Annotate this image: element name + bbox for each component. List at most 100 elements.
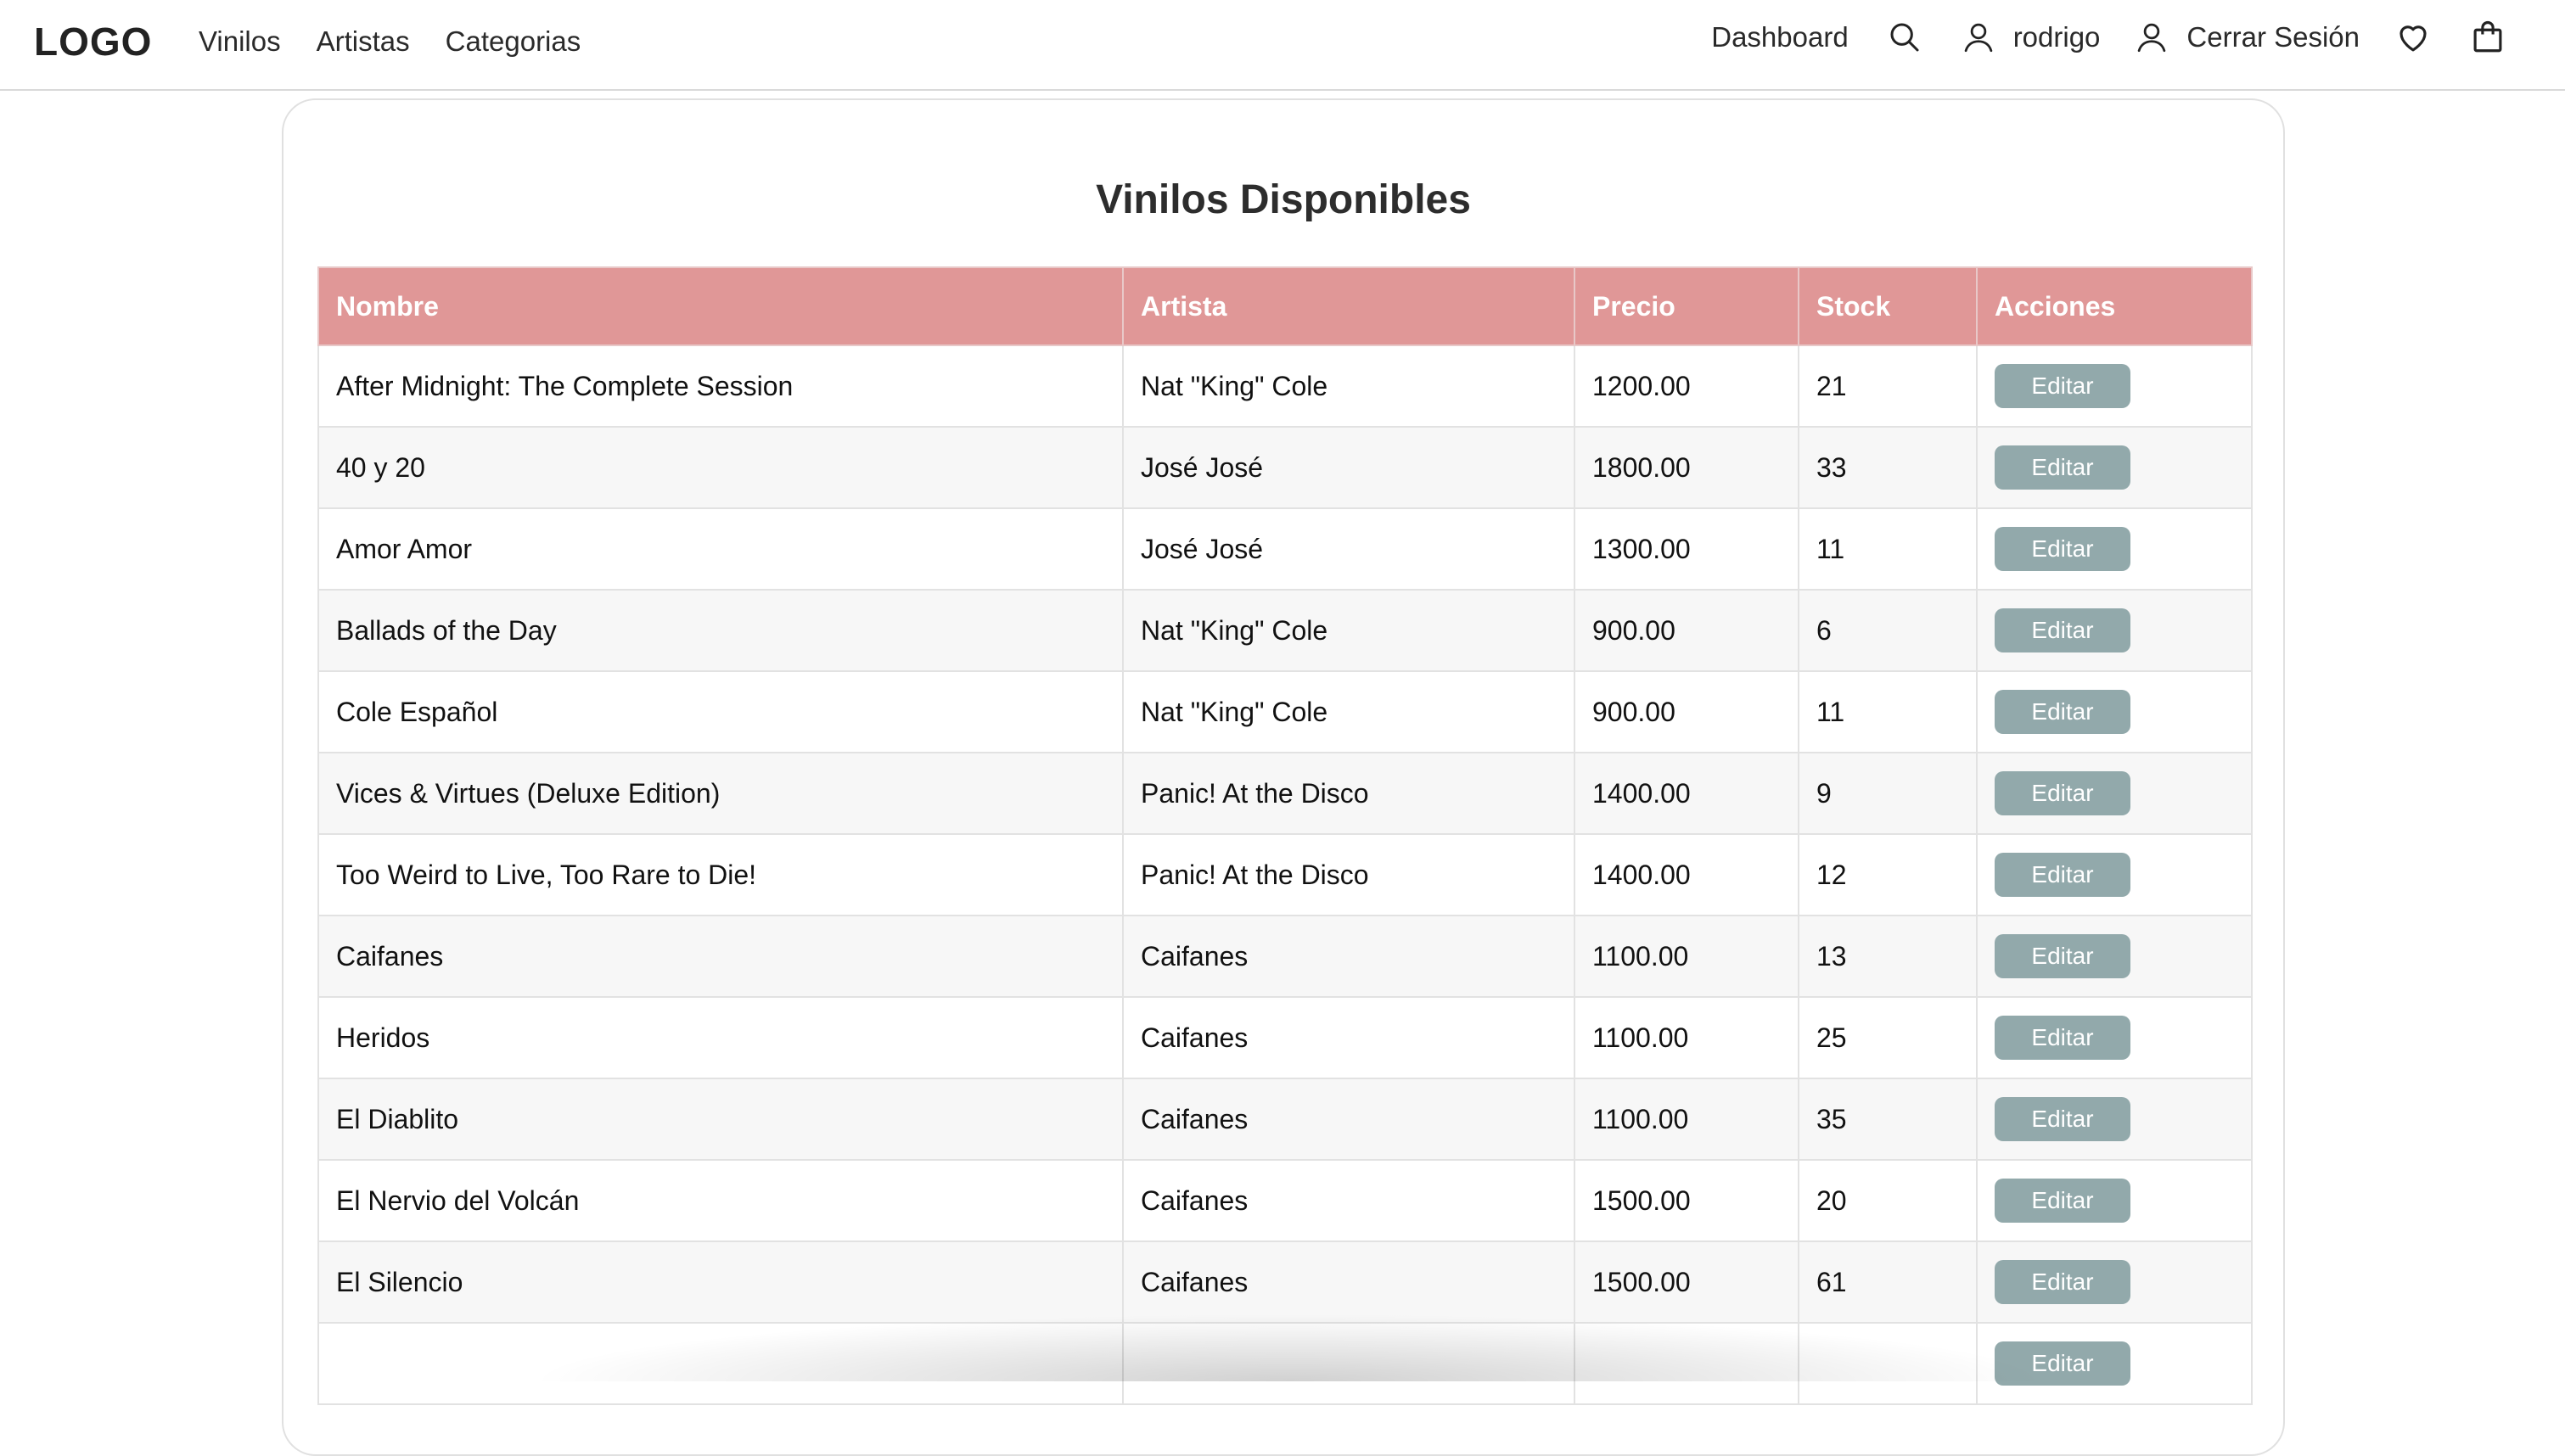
nav-link-categorias[interactable]: Categorias xyxy=(446,25,581,58)
cell-artista: Caifanes xyxy=(1122,1078,1575,1161)
user-icon xyxy=(2134,20,2169,55)
cell-stock: 20 xyxy=(1798,1159,1978,1242)
edit-button[interactable]: Editar xyxy=(1995,1179,2130,1223)
table-row: Too Weird to Live, Too Rare to Die! Panic… xyxy=(317,833,2253,916)
cell-stock: 13 xyxy=(1798,915,1978,998)
edit-button[interactable]: Editar xyxy=(1995,934,2130,978)
cell-stock: 6 xyxy=(1798,589,1978,672)
cell-precio: 1300.00 xyxy=(1574,507,1799,591)
table-row: After Midnight: The Complete Session Nat … xyxy=(317,344,2253,428)
logout-link[interactable]: Cerrar Sesión xyxy=(2134,20,2360,55)
table-row: El Diablito Caifanes 1100.00 35 Editar xyxy=(317,1078,2253,1161)
table-row: Caifanes Caifanes 1100.00 13 Editar xyxy=(317,915,2253,998)
vinyl-table: Nombre Artista Precio Stock Acciones Aft… xyxy=(317,266,2253,1405)
edit-button[interactable]: Editar xyxy=(1995,445,2130,490)
logo[interactable]: LOGO xyxy=(34,19,152,64)
table-row: 40 y 20 José José 1800.00 33 Editar xyxy=(317,426,2253,509)
cell-nombre: Cole Español xyxy=(317,670,1124,753)
cell-artista: Nat "King" Cole xyxy=(1122,344,1575,428)
cell-artista: José José xyxy=(1122,426,1575,509)
cell-stock: 11 xyxy=(1798,670,1978,753)
cell-nombre: After Midnight: The Complete Session xyxy=(317,344,1124,428)
cell-artista: Caifanes xyxy=(1122,915,1575,998)
dashboard-link[interactable]: Dashboard xyxy=(1711,21,1848,53)
user-profile-link[interactable]: rodrigo xyxy=(1961,20,2100,55)
column-header-precio[interactable]: Precio xyxy=(1574,266,1799,346)
cell-artista: Caifanes xyxy=(1122,996,1575,1079)
cell-artista xyxy=(1122,1322,1575,1405)
cell-acciones: Editar xyxy=(1976,426,2253,509)
nav-link-vinilos[interactable]: Vinilos xyxy=(199,25,281,58)
logout-label: Cerrar Sesión xyxy=(2186,21,2360,53)
cell-acciones: Editar xyxy=(1976,1159,2253,1242)
cell-artista: Nat "King" Cole xyxy=(1122,589,1575,672)
table-row: Cole Español Nat "King" Cole 900.00 11 Edita… xyxy=(317,670,2253,753)
cell-artista: Panic! At the Disco xyxy=(1122,833,1575,916)
cell-nombre: Ballads of the Day xyxy=(317,589,1124,672)
edit-button[interactable]: Editar xyxy=(1995,771,2130,815)
main-nav: Vinilos Artistas Categorias xyxy=(199,25,581,58)
table-row: Amor Amor José José 1300.00 11 Editar xyxy=(317,507,2253,591)
cell-stock: 33 xyxy=(1798,426,1978,509)
user-nav: Dashboard rodrigo Cerrar Sesión xyxy=(1711,15,2506,59)
cell-stock: 61 xyxy=(1798,1240,1978,1324)
cell-nombre xyxy=(317,1322,1124,1405)
cell-stock: 25 xyxy=(1798,996,1978,1079)
column-header-stock[interactable]: Stock xyxy=(1798,266,1978,346)
nav-link-artistas[interactable]: Artistas xyxy=(317,25,410,58)
edit-button[interactable]: Editar xyxy=(1995,364,2130,408)
cell-stock xyxy=(1798,1322,1978,1405)
search-icon[interactable] xyxy=(1888,20,1922,54)
cell-artista: Caifanes xyxy=(1122,1159,1575,1242)
cell-stock: 9 xyxy=(1798,752,1978,835)
cell-nombre: Amor Amor xyxy=(317,507,1124,591)
cell-nombre: Vices & Virtues (Deluxe Edition) xyxy=(317,752,1124,835)
cell-artista: Panic! At the Disco xyxy=(1122,752,1575,835)
cell-precio: 1100.00 xyxy=(1574,1078,1799,1161)
column-header-artista[interactable]: Artista xyxy=(1122,266,1575,346)
cell-nombre: Too Weird to Live, Too Rare to Die! xyxy=(317,833,1124,916)
shopping-bag-icon[interactable] xyxy=(2470,20,2506,55)
cell-nombre: El Nervio del Volcán xyxy=(317,1159,1124,1242)
table-row: Editar xyxy=(317,1322,2253,1405)
edit-button[interactable]: Editar xyxy=(1995,1097,2130,1141)
cell-stock: 21 xyxy=(1798,344,1978,428)
column-header-acciones: Acciones xyxy=(1976,266,2253,346)
cell-precio: 1400.00 xyxy=(1574,752,1799,835)
cell-precio: 1400.00 xyxy=(1574,833,1799,916)
cell-precio: 900.00 xyxy=(1574,670,1799,753)
cell-precio: 900.00 xyxy=(1574,589,1799,672)
edit-button[interactable]: Editar xyxy=(1995,1260,2130,1304)
edit-button[interactable]: Editar xyxy=(1995,1016,2130,1060)
cell-stock: 11 xyxy=(1798,507,1978,591)
cell-acciones: Editar xyxy=(1976,915,2253,998)
table-header-row: Nombre Artista Precio Stock Acciones xyxy=(317,266,2253,346)
cell-stock: 35 xyxy=(1798,1078,1978,1161)
edit-button[interactable]: Editar xyxy=(1995,1341,2130,1386)
edit-button[interactable]: Editar xyxy=(1995,608,2130,652)
cell-nombre: El Diablito xyxy=(317,1078,1124,1161)
top-navbar: LOGO Vinilos Artistas Categorias Dashboa… xyxy=(0,0,2565,91)
cell-nombre: Caifanes xyxy=(317,915,1124,998)
cell-acciones: Editar xyxy=(1976,1078,2253,1161)
table-row: El Silencio Caifanes 1500.00 61 Editar xyxy=(317,1240,2253,1324)
cell-precio: 1100.00 xyxy=(1574,996,1799,1079)
edit-button[interactable]: Editar xyxy=(1995,527,2130,571)
heart-icon[interactable] xyxy=(2395,20,2431,55)
cell-acciones: Editar xyxy=(1976,1240,2253,1324)
user-icon xyxy=(1961,20,1996,55)
cell-acciones: Editar xyxy=(1976,507,2253,591)
cell-acciones: Editar xyxy=(1976,589,2253,672)
cell-precio: 1500.00 xyxy=(1574,1159,1799,1242)
cell-precio: 1100.00 xyxy=(1574,915,1799,998)
cell-precio: 1200.00 xyxy=(1574,344,1799,428)
cell-artista: José José xyxy=(1122,507,1575,591)
edit-button[interactable]: Editar xyxy=(1995,690,2130,734)
table-row: Heridos Caifanes 1100.00 25 Editar xyxy=(317,996,2253,1079)
cell-artista: Nat "King" Cole xyxy=(1122,670,1575,753)
cell-acciones: Editar xyxy=(1976,833,2253,916)
cell-acciones: Editar xyxy=(1976,670,2253,753)
column-header-nombre[interactable]: Nombre xyxy=(317,266,1124,346)
cell-stock: 12 xyxy=(1798,833,1978,916)
edit-button[interactable]: Editar xyxy=(1995,853,2130,897)
